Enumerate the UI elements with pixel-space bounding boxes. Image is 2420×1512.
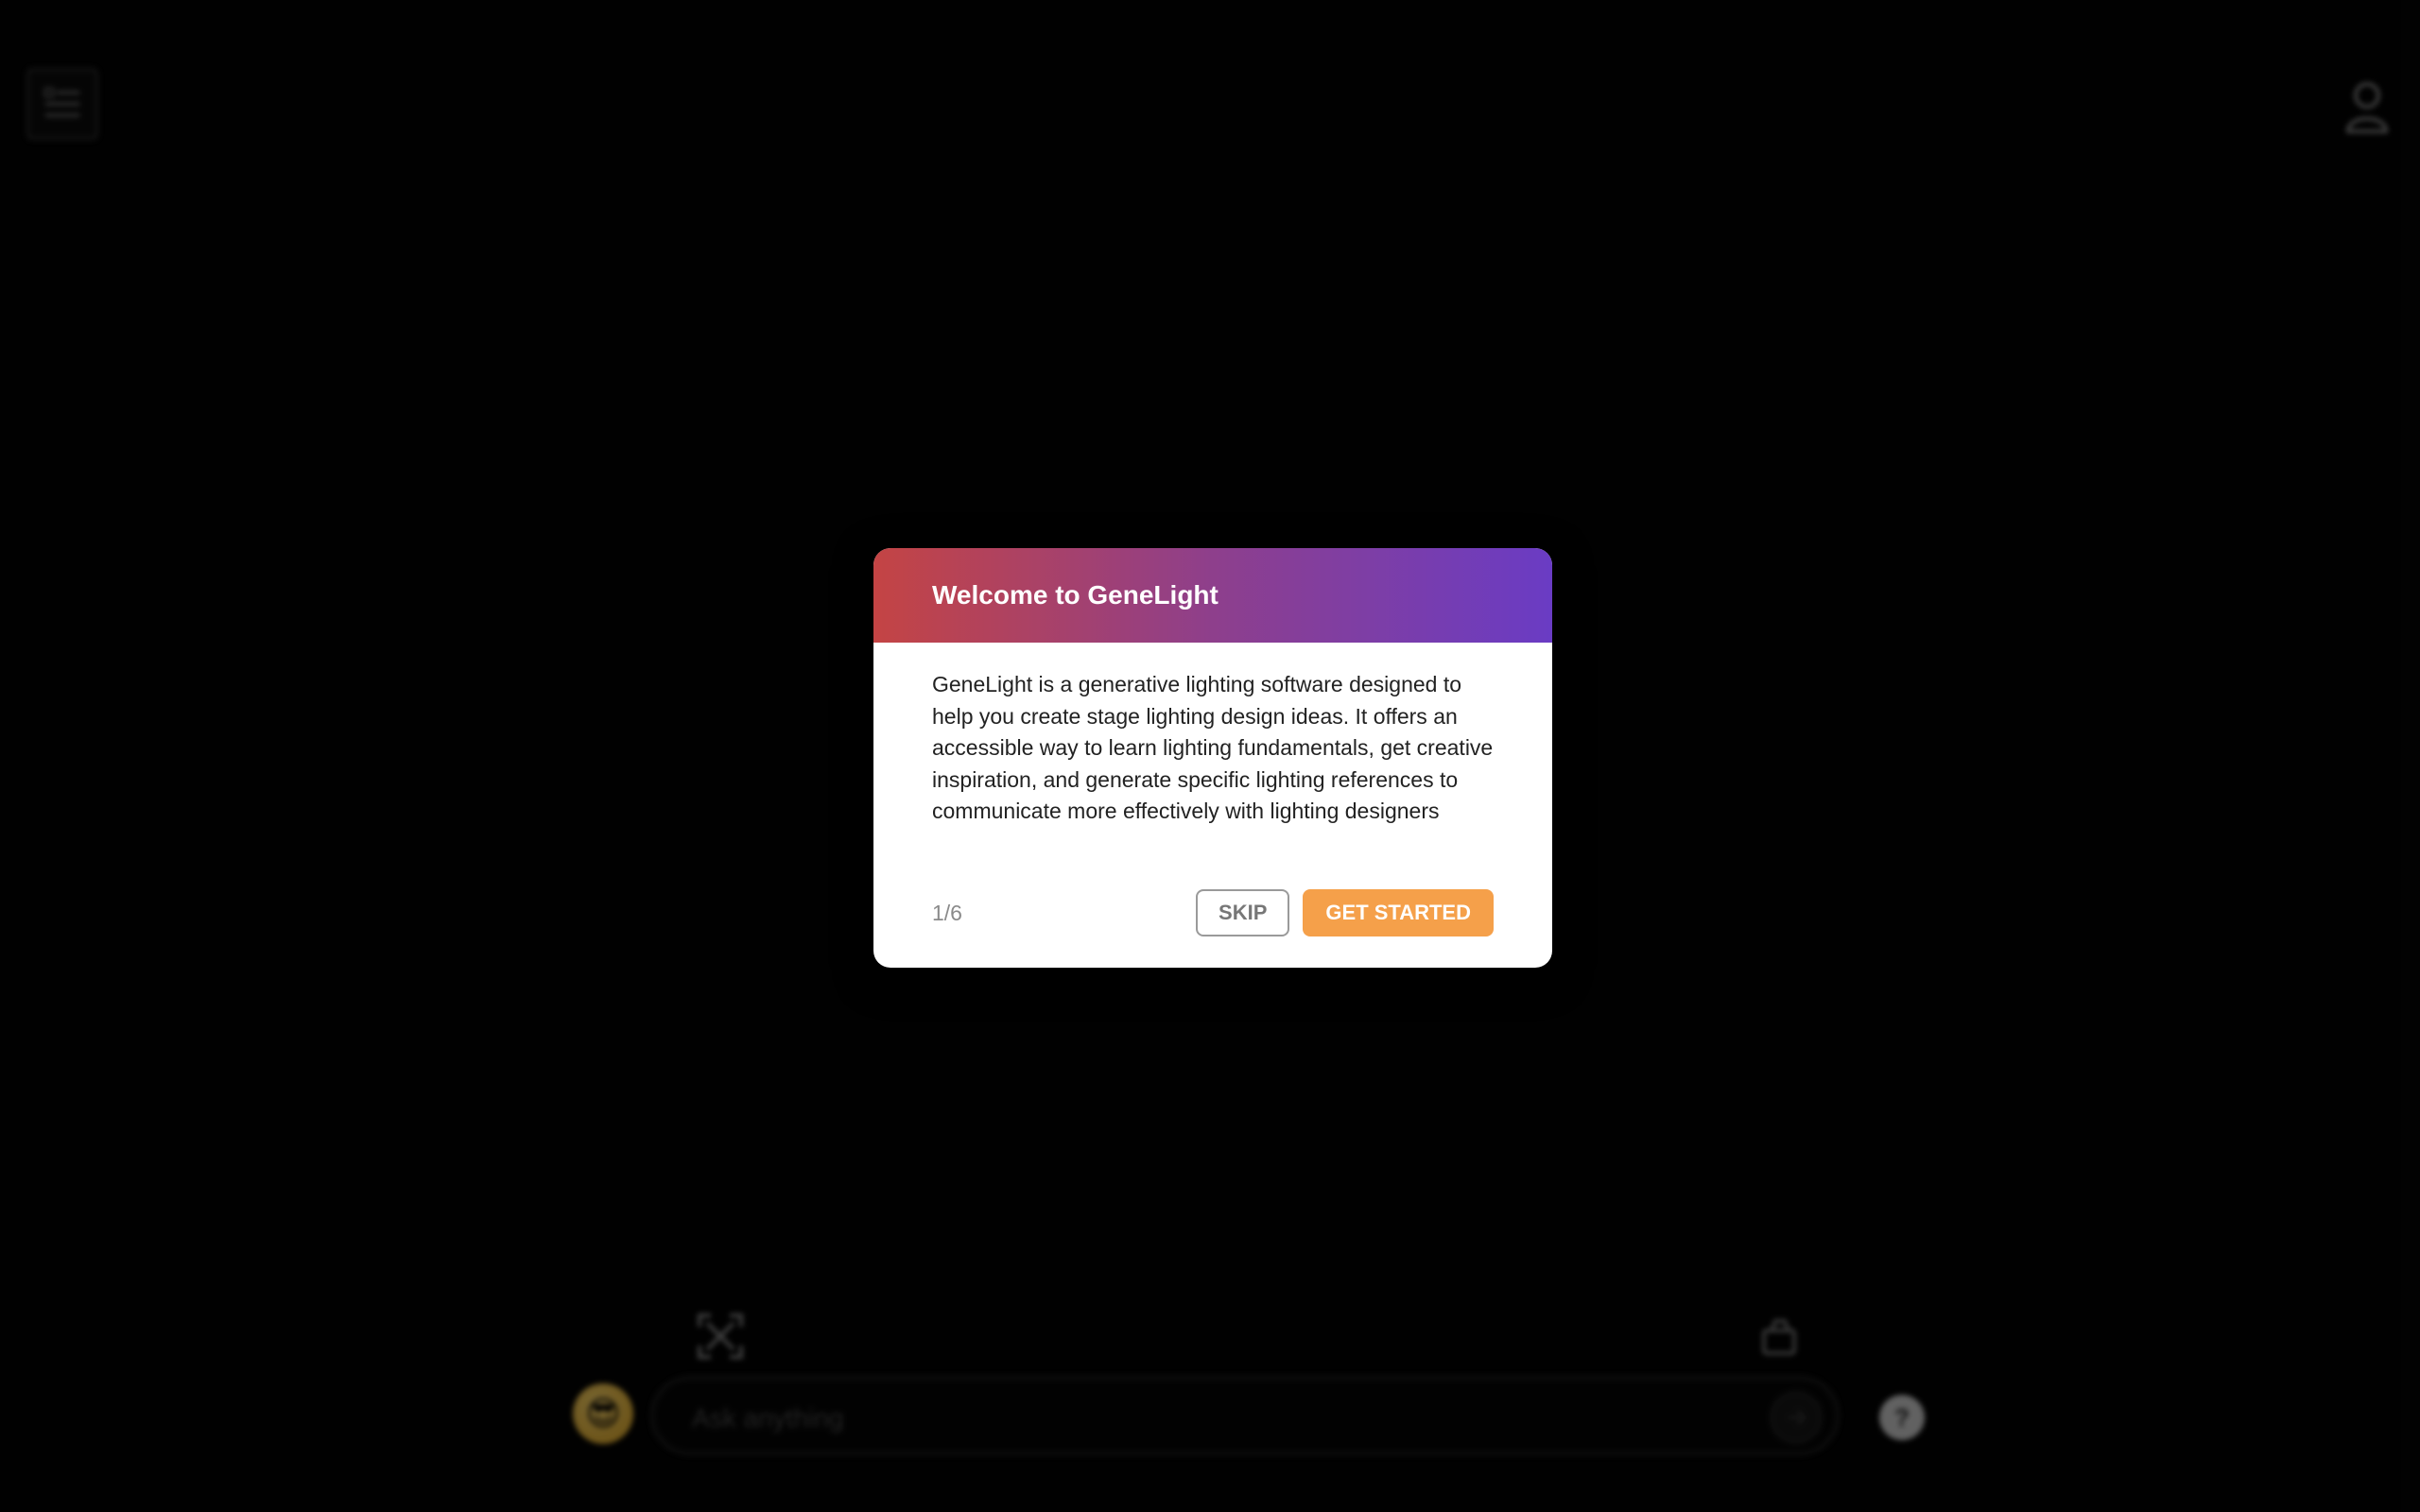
dialog-title: Welcome to GeneLight [932, 580, 1219, 610]
skip-button[interactable]: SKIP [1196, 889, 1290, 936]
step-counter: 1/6 [932, 900, 962, 925]
dialog-footer: 1/6 SKIP GET STARTED [932, 888, 1494, 937]
welcome-dialog: Welcome to GeneLight GeneLight is a gene… [873, 548, 1552, 968]
get-started-button[interactable]: GET STARTED [1303, 889, 1494, 936]
dialog-header: Welcome to GeneLight [873, 548, 1552, 643]
app-root: 😎 ? Welcome to GeneLight GeneLight is a … [0, 0, 2420, 1512]
dialog-body-text: GeneLight is a generative lighting softw… [932, 672, 1494, 823]
